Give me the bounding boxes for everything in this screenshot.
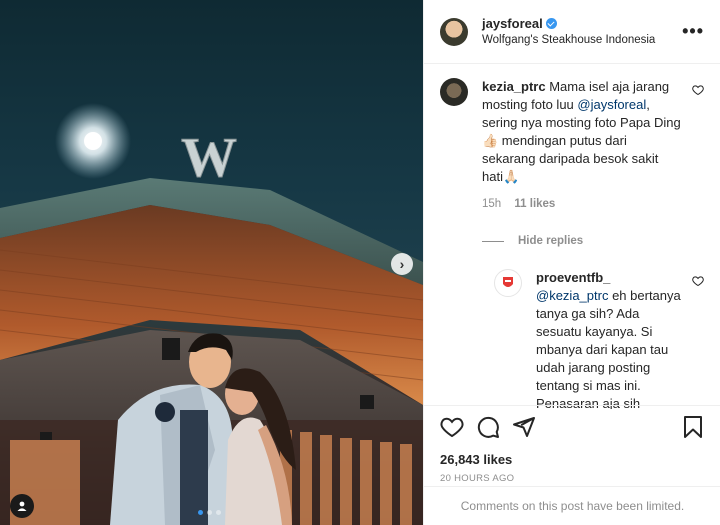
reply-item: proeventfb_ @kezia_ptrc eh bertanya tany… (494, 269, 704, 409)
comments-limited-notice: Comments on this post have been limited. (424, 486, 720, 525)
divider-line (482, 240, 504, 242)
like-heart-icon[interactable] (440, 415, 464, 439)
bookmark-save-icon[interactable] (681, 415, 705, 439)
reply-username[interactable]: proeventfb_ (536, 270, 610, 285)
carousel-dot (198, 510, 203, 515)
comment-like-heart-icon[interactable] (692, 84, 704, 96)
post-photo[interactable]: W › (0, 0, 423, 525)
author-info: jaysforeal Wolfgang's Steakhouse Indones… (482, 15, 682, 48)
comment-time: 15h (482, 198, 502, 210)
action-icons-row (440, 414, 705, 440)
svg-text:W: W (181, 127, 237, 189)
comment-likes[interactable]: 11 likes (514, 198, 555, 210)
club-crest-icon (503, 277, 513, 287)
carousel-next-button[interactable]: › (391, 253, 413, 275)
commenter-avatar[interactable] (440, 78, 468, 106)
restaurant-scene-illustration: W (0, 103, 423, 525)
verified-badge-icon (545, 18, 557, 29)
comment-bubble-icon[interactable] (476, 415, 500, 439)
like-count[interactable]: 26,843 likes (440, 452, 705, 467)
reply-like-heart-icon[interactable] (692, 275, 704, 287)
post-header: jaysforeal Wolfgang's Steakhouse Indones… (424, 0, 720, 64)
post-timestamp[interactable]: 20 HOURS AGO (440, 473, 705, 484)
carousel-indicator (198, 510, 221, 515)
reply-avatar[interactable] (494, 269, 522, 297)
post-side-panel: jaysforeal Wolfgang's Steakhouse Indones… (423, 0, 720, 525)
tagged-users-button[interactable] (10, 494, 34, 518)
comment-body: kezia_ptrc Mama isel aja jarang mosting … (482, 78, 682, 213)
instagram-post: W › jaysforeal Wolfgang's Steakhouse Ind… (0, 0, 720, 525)
author-username[interactable]: jaysforeal (482, 16, 543, 31)
reply-body: proeventfb_ @kezia_ptrc eh bertanya tany… (536, 269, 686, 409)
share-send-icon[interactable] (512, 415, 536, 439)
carousel-dot (216, 510, 221, 515)
hide-replies-button[interactable]: Hide replies (482, 235, 704, 247)
user-tag-icon (17, 501, 27, 511)
more-horizontal-icon[interactable]: ••• (682, 21, 704, 42)
reply-mention[interactable]: @kezia_ptrc (536, 288, 608, 303)
post-location[interactable]: Wolfgang's Steakhouse Indonesia (482, 32, 682, 48)
carousel-dot (207, 510, 212, 515)
post-actions: 26,843 likes 20 HOURS AGO (424, 405, 720, 484)
comment-mention[interactable]: @jaysforeal (577, 97, 646, 112)
reply-text: eh bertanya tanya ga sih? Ada sesuatu ka… (536, 288, 681, 409)
w-sign: W (181, 127, 238, 190)
commenter-username[interactable]: kezia_ptrc (482, 79, 546, 94)
comment-item: kezia_ptrc Mama isel aja jarang mosting … (440, 78, 704, 213)
comments-list: kezia_ptrc Mama isel aja jarang mosting … (424, 64, 720, 409)
hide-replies-label: Hide replies (518, 235, 584, 247)
author-avatar[interactable] (440, 17, 468, 46)
chevron-right-icon: › (399, 256, 405, 272)
comment-meta: 15h 11 likes (482, 195, 682, 213)
